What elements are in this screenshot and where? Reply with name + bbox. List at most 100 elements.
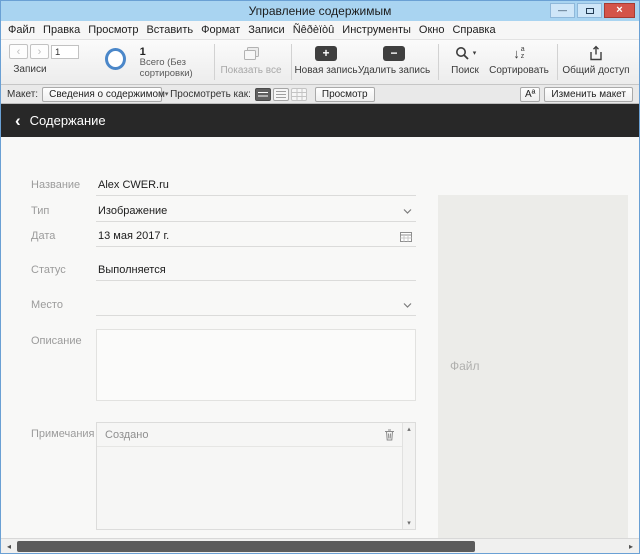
scroll-up-icon[interactable]: ▴ (407, 425, 411, 433)
close-icon: × (616, 4, 623, 16)
date-field-label: Дата (31, 230, 56, 242)
share-button[interactable]: Общий доступ (562, 44, 630, 76)
app-window: Управление содержимым — × Файл Правка Пр… (0, 0, 640, 554)
file-container-field[interactable]: Файл (438, 195, 628, 538)
find-button[interactable]: ▾ Поиск (444, 44, 486, 76)
scroll-right-icon[interactable]: ▸ (623, 542, 639, 551)
view-as-list-button[interactable] (272, 87, 289, 101)
record-body: Название Alex CWER.ru Тип Изображение Да… (1, 137, 639, 538)
list-view-icon (272, 87, 289, 101)
horizontal-scrollbar[interactable]: ◂ ▸ (1, 538, 639, 553)
layout-bar-right: Aª Изменить макет (520, 86, 633, 102)
type-field-dropdown[interactable]: Изображение (96, 201, 416, 222)
plus-icon: + (315, 45, 337, 61)
share-upload-icon (590, 45, 602, 61)
notes-vertical-scrollbar[interactable]: ▴ ▾ (402, 423, 415, 529)
chevron-down-icon: ▾ (164, 91, 169, 98)
close-button[interactable]: × (604, 3, 635, 18)
menu-records[interactable]: Записи (244, 24, 289, 36)
chevron-down-icon (403, 208, 412, 214)
new-record-button[interactable]: + Новая запись (294, 44, 358, 76)
menu-help[interactable]: Справка (448, 24, 499, 36)
status-field-label: Статус (31, 264, 66, 276)
search-icon (455, 47, 469, 60)
description-field-label: Описание (31, 335, 82, 347)
status-field-value: Выполняется (98, 264, 166, 276)
edit-layout-button[interactable]: Изменить макет (544, 86, 633, 102)
menu-view[interactable]: Просмотр (84, 24, 142, 36)
menu-file[interactable]: Файл (4, 24, 39, 36)
share-label: Общий доступ (562, 65, 630, 76)
scroll-left-icon[interactable]: ◂ (1, 542, 17, 551)
toolbar-separator (557, 44, 558, 80)
menu-tools[interactable]: Инструменты (338, 24, 415, 36)
menu-scripts[interactable]: Ñêðèïòû (289, 24, 339, 36)
chevron-down-icon: ▾ (472, 50, 477, 57)
layout-bar: Макет: Сведения о содержимом ▾ Просмотре… (1, 85, 639, 104)
date-field-value: 13 мая 2017 г. (98, 230, 170, 242)
find-label: Поиск (451, 65, 479, 76)
description-field[interactable] (96, 329, 416, 401)
layout-selected-value: Сведения о содержимом (49, 88, 165, 100)
notes-field[interactable]: Создано ▴ ▾ (96, 422, 416, 530)
type-field-label: Тип (31, 205, 50, 217)
sort-button[interactable]: ↓ az Сортировать (489, 44, 549, 77)
type-field-value: Изображение (98, 205, 168, 217)
stacked-records-icon (244, 47, 259, 60)
trash-icon[interactable] (384, 429, 395, 441)
menu-format[interactable]: Формат (197, 24, 244, 36)
name-field[interactable]: Alex CWER.ru (96, 175, 416, 196)
caption-buttons: — × (550, 3, 635, 18)
chevron-down-icon (403, 302, 412, 308)
view-as-label: Просмотреть как: (170, 88, 251, 100)
status-field[interactable]: Выполняется (96, 260, 416, 281)
layout-selector-dropdown[interactable]: Сведения о содержимом ▾ (42, 86, 168, 102)
place-field-label: Место (31, 299, 63, 311)
record-count: 1 Всего (Без сортировки) (140, 46, 209, 79)
note-text: Создано (105, 428, 149, 441)
view-as-table-button[interactable] (290, 87, 307, 101)
found-count-label: Всего (Без сортировки) (139, 57, 193, 79)
layout-title: Содержание (29, 113, 106, 128)
minus-icon: − (383, 45, 405, 61)
show-all-button[interactable]: Показать все (220, 44, 282, 76)
records-label: Записи (13, 64, 47, 75)
menu-insert[interactable]: Вставить (142, 24, 197, 36)
name-field-value: Alex CWER.ru (98, 179, 169, 191)
toolbar-separator (214, 44, 215, 80)
form-view-icon (254, 87, 271, 101)
status-toolbar: ‹ › 1 Записи 1 Всего (Без сортировки) По… (1, 40, 639, 85)
delete-record-button[interactable]: − Удалить запись (358, 44, 430, 76)
minimize-icon: — (558, 5, 567, 15)
window-title: Управление содержимым (248, 4, 392, 18)
formatting-button[interactable]: Aª (520, 86, 541, 102)
layout-header: ‹ Содержание (1, 104, 639, 137)
date-field[interactable]: 13 мая 2017 г. (96, 226, 416, 247)
table-view-icon (290, 87, 307, 101)
scrollbar-thumb[interactable] (17, 540, 475, 552)
file-field-label: Файл (450, 359, 480, 373)
view-as-form-button[interactable] (254, 87, 271, 101)
view-as-toggle-group (254, 87, 307, 101)
menu-edit[interactable]: Правка (39, 24, 84, 36)
toolbar-separator (291, 44, 292, 80)
found-set-pie-icon[interactable] (105, 48, 126, 70)
next-record-button[interactable]: › (30, 44, 49, 59)
name-field-label: Название (31, 179, 81, 191)
sort-az-icon: ↓ az (513, 45, 525, 61)
minimize-button[interactable]: — (550, 3, 575, 18)
note-list-item[interactable]: Создано (97, 423, 415, 447)
titlebar[interactable]: Управление содержимым — × (1, 1, 639, 21)
place-field-dropdown[interactable] (96, 295, 416, 316)
menu-window[interactable]: Окно (415, 24, 449, 36)
maximize-button[interactable] (577, 3, 602, 18)
scroll-down-icon[interactable]: ▾ (407, 519, 411, 527)
record-navigation: ‹ › 1 Записи (9, 44, 79, 75)
chevron-right-icon: › (37, 45, 42, 58)
previous-record-button[interactable]: ‹ (9, 44, 28, 59)
menu-bar: Файл Правка Просмотр Вставить Формат Зап… (1, 21, 639, 40)
calendar-icon[interactable] (400, 231, 412, 242)
preview-button[interactable]: Просмотр (314, 86, 375, 102)
current-record-input[interactable]: 1 (51, 45, 79, 59)
back-chevron-icon[interactable]: ‹ (15, 112, 21, 129)
